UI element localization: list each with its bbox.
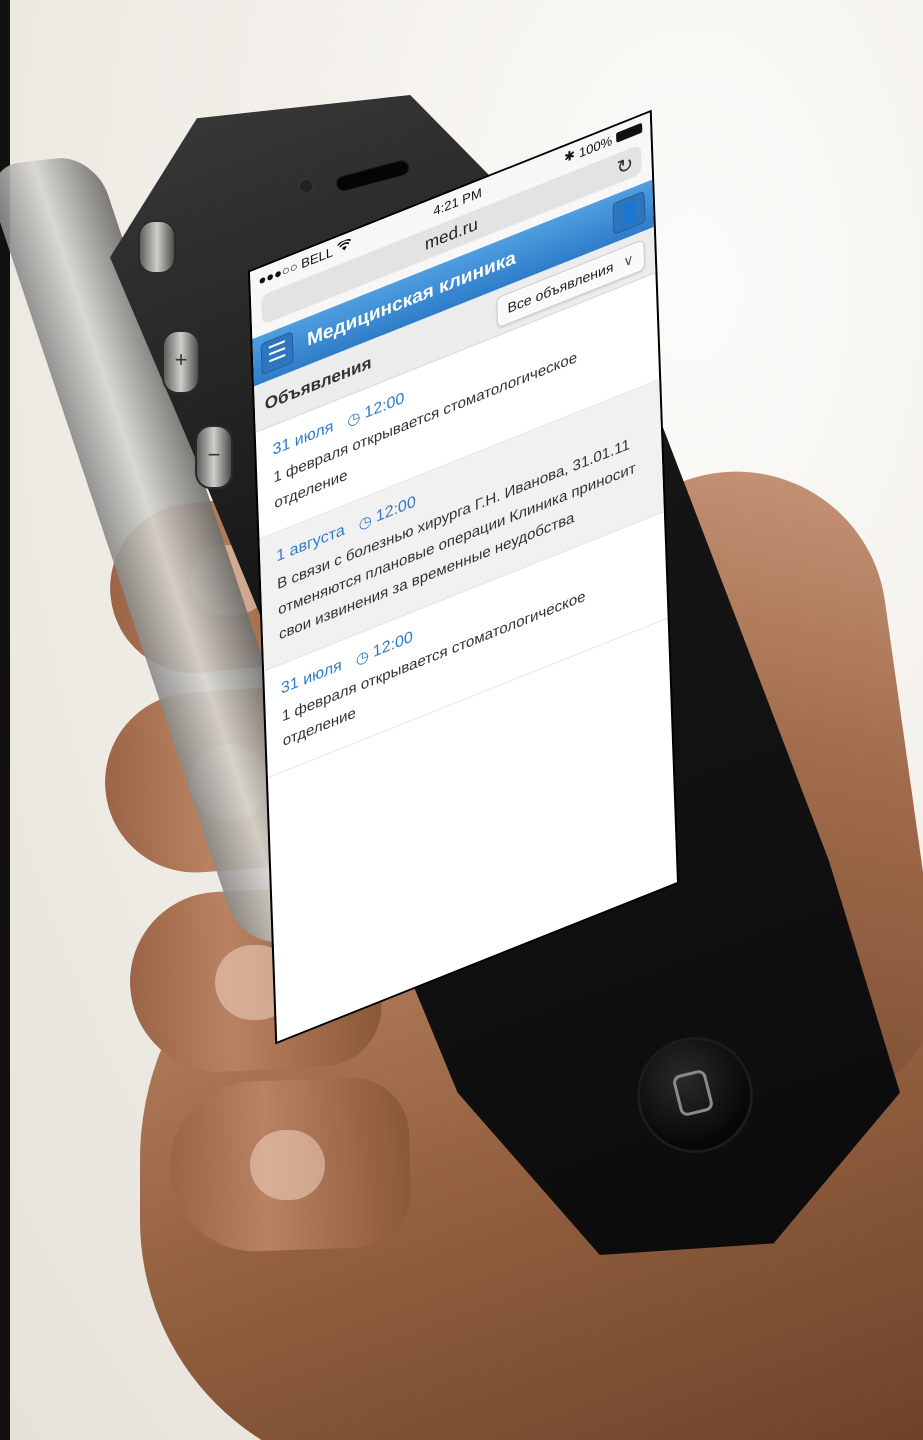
chevron-down-icon: ∨ — [623, 249, 634, 270]
plus-icon: + — [174, 347, 188, 372]
wifi-icon — [336, 236, 352, 256]
volume-down-button: − — [195, 425, 233, 489]
user-icon: 👤 — [617, 198, 641, 228]
edge-arrow-icon: › — [0, 1263, 10, 1291]
minus-icon: − — [207, 442, 221, 467]
reload-icon[interactable]: ↻ — [616, 150, 634, 181]
clock-icon: ◷ — [358, 511, 373, 534]
fingernail — [250, 1130, 325, 1200]
clock-icon: ◷ — [347, 408, 361, 431]
clock-icon: ◷ — [355, 646, 370, 669]
hamburger-menu-button[interactable]: ☰ — [260, 331, 294, 376]
front-camera — [300, 180, 312, 192]
profile-button[interactable]: 👤 — [612, 190, 646, 236]
mute-switch — [138, 220, 176, 274]
home-button — [640, 1040, 750, 1150]
hamburger-icon: ☰ — [266, 335, 288, 368]
phone-screen: ●●●○○ BELL 4:21 PM ✱ 100% med.ru ↻ ☰ Мед… — [250, 112, 677, 1042]
bluetooth-icon: ✱ — [563, 146, 576, 166]
home-square-icon — [671, 1068, 715, 1118]
photo-scene: › + − ●●●○○ BELL 4:21 PM ✱ 100% med.ru ↻… — [0, 0, 923, 1440]
volume-up-button: + — [162, 330, 200, 394]
